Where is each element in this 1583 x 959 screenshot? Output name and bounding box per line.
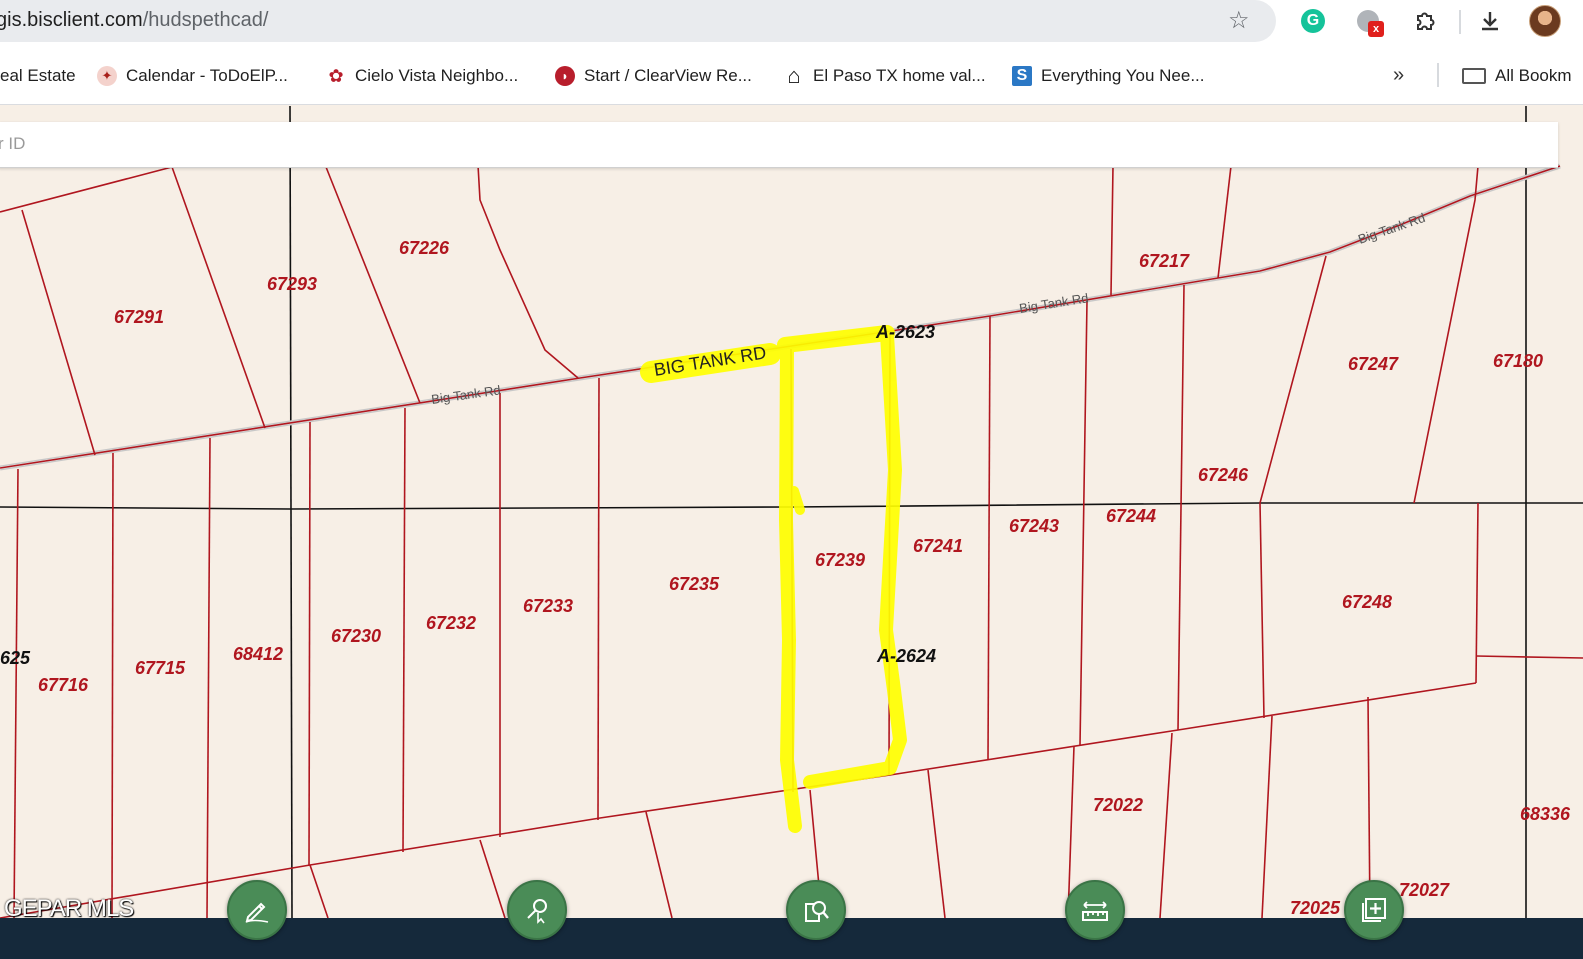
ruler-icon [1082,901,1108,921]
measure-tool-button[interactable] [1065,880,1125,940]
parcel-label: 67715 [135,658,186,678]
road-label: Big Tank Rd [430,382,501,407]
big-tank-rd-label: BIG TANK RD [652,342,767,379]
bookmark-clearview[interactable]: ◗ Start / ClearView Re... [555,64,752,88]
browser-top-bar: gis.bisclient.com/hudspethcad/ ☆ G x [0,0,1583,50]
parcel-label: 67248 [1342,592,1392,612]
cielo-vista-favicon-icon: ✿ [328,65,344,86]
extension-icon[interactable]: x [1353,6,1384,37]
folder-icon [1462,68,1486,84]
url-path: /hudspethcad/ [142,9,269,31]
bookmark-el-paso-home-value[interactable]: ⌂ El Paso TX home val... [784,63,986,88]
draw-tool-button[interactable] [227,880,287,940]
bookmark-calendar[interactable]: ✦ Calendar - ToDoElP... [97,64,288,88]
bookmarks-bar: eal Estate ✦ Calendar - ToDoElP... ✿ Cielo… [0,50,1583,105]
parcel-label: 67291 [114,307,164,327]
add-layer-icon [1362,898,1386,922]
parcel-search-bar [0,122,1558,168]
extensions-puzzle-icon[interactable] [1410,6,1440,36]
download-icon[interactable] [1475,6,1505,36]
bookmark-label: eal Estate [0,66,76,85]
bookmark-real-estate[interactable]: eal Estate [0,64,76,88]
bookmark-label: Everything You Nee... [1041,66,1205,85]
grammarly-glyph: G [1301,9,1325,33]
clearview-favicon-icon: ◗ [555,66,575,86]
parcel-label: 67244 [1106,506,1156,526]
search-tool-button[interactable] [786,880,846,940]
all-bookmarks[interactable]: All Bookm [1462,64,1572,88]
parcel-label: 67217 [1139,251,1190,271]
parcel-label: 67233 [523,596,573,616]
house-icon: ⌂ [787,63,801,88]
highlight-left [779,341,802,833]
layers-tool-button[interactable] [1344,880,1404,940]
all-bookmarks-label: All Bookm [1495,66,1572,85]
parcel-label: 67230 [331,626,381,646]
bookmark-cielo-vista[interactable]: ✿ Cielo Vista Neighbo... [326,64,518,88]
address-bar[interactable]: gis.bisclient.com/hudspethcad/ [0,0,1276,42]
abstract-label: 625 [0,648,31,668]
abstract-label: A-2624 [876,646,936,666]
identify-tool-button[interactable] [507,880,567,940]
extension-badge: x [1368,21,1384,37]
parcel-label: 67232 [426,613,476,633]
identify-icon [527,899,547,924]
parcel-label: 68336 [1520,804,1571,824]
s-favicon-icon: S [1012,66,1032,86]
parcel-search-input[interactable] [0,122,1556,166]
parcel-label: 67235 [669,574,720,594]
parcel-label: 67247 [1348,354,1399,374]
bookmarks-overflow-chevron-icon[interactable]: » [1393,64,1404,87]
section-line [289,106,293,918]
parcel-label: 67716 [38,675,89,695]
gepar-mls-logo: GEPAR MLS [4,895,134,922]
road-label: Big Tank Rd [1018,290,1089,316]
grammarly-extension-icon[interactable]: G [1298,6,1328,36]
pencil-icon [245,902,269,923]
profile-avatar[interactable] [1529,5,1561,37]
map-canvas[interactable]: Big Tank Rd Big Tank Rd Big Tank Rd BIG … [0,106,1583,918]
parcel-label: 72022 [1093,795,1143,815]
road-label: Big Tank Rd [1356,210,1427,247]
bookmark-label: Start / ClearView Re... [584,66,752,85]
calendar-favicon-icon: ✦ [97,66,117,86]
parcel-label: 67293 [267,274,317,294]
bookmark-everything-you-need[interactable]: S Everything You Nee... [1012,64,1205,88]
browser-window: gis.bisclient.com/hudspethcad/ ☆ G x eal… [0,0,1583,959]
bookmarks-separator [1437,63,1439,87]
bookmark-label: Calendar - ToDoElP... [126,66,288,85]
search-document-icon [805,901,829,922]
parcel-label: 67243 [1009,516,1059,536]
parcel-label: 72027 [1399,880,1450,900]
parcel-label: 67241 [913,536,963,556]
toolbar-separator [1459,10,1461,34]
parcel-map-svg[interactable]: Big Tank Rd Big Tank Rd Big Tank Rd BIG … [0,106,1583,918]
bookmark-label: Cielo Vista Neighbo... [355,66,519,85]
parcel-label: 67226 [399,238,450,258]
parcel-label: 67239 [815,550,865,570]
parcel-label: 67246 [1198,465,1249,485]
star-icon[interactable]: ☆ [1228,6,1250,35]
url-host: gis.bisclient.com [0,9,143,31]
highlight-top [777,325,895,353]
parcel-label: 68412 [233,644,283,664]
bookmark-label: El Paso TX home val... [813,66,986,85]
abstract-label: A-2623 [875,322,935,342]
url-text[interactable]: gis.bisclient.com/hudspethcad/ [0,9,268,32]
parcel-label: 67180 [1493,351,1543,371]
parcel-label: 72025 [1290,898,1341,918]
